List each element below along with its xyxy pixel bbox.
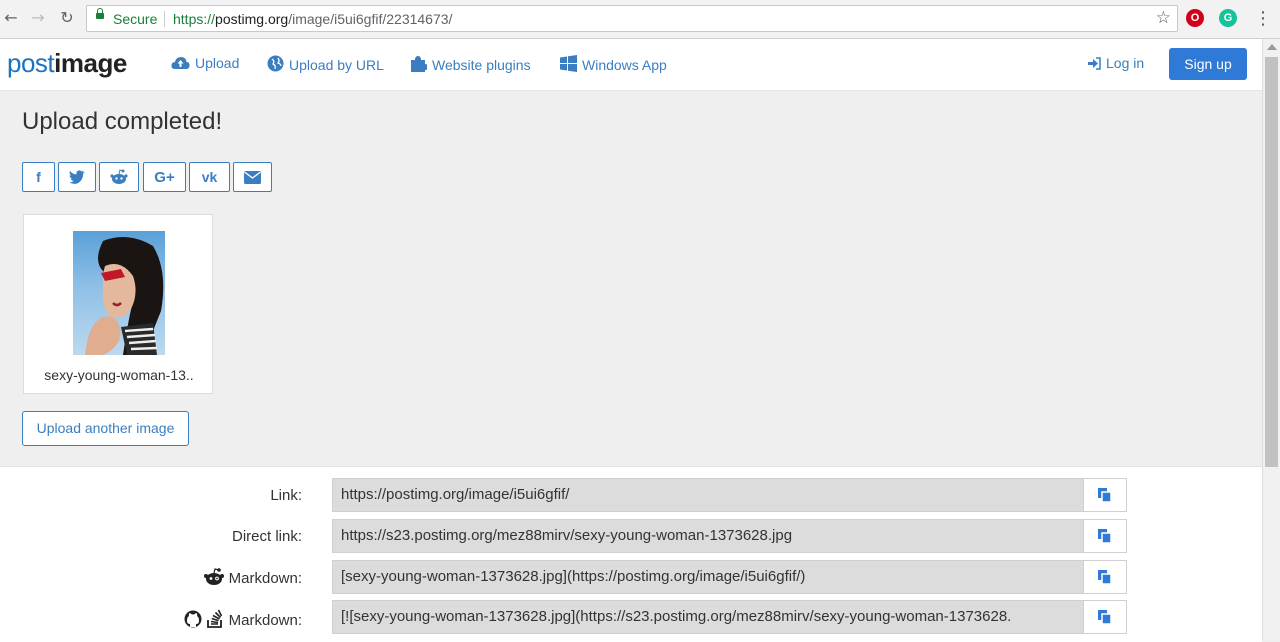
copy-icon	[1098, 610, 1112, 625]
url-scheme: https://	[173, 11, 216, 27]
nav-upload-label: Upload	[195, 55, 240, 71]
share-google-plus-button[interactable]: G+	[143, 162, 186, 192]
nav-upload-by-url-label: Upload by URL	[289, 57, 384, 73]
back-icon[interactable]: ←	[1, 8, 21, 28]
logo-part-2: image	[54, 48, 127, 78]
nav-website-plugins-label: Website plugins	[432, 57, 531, 73]
grammarly-extension-icon[interactable]: G	[1219, 9, 1237, 27]
reddit-icon	[110, 169, 128, 185]
lock-icon	[96, 8, 104, 19]
nav-upload-by-url[interactable]: Upload by URL	[267, 55, 384, 75]
copy-icon	[1098, 529, 1112, 544]
github-markdown-label: Markdown:	[184, 608, 302, 629]
twitter-icon	[69, 169, 85, 185]
direct-link-field[interactable]: https://s23.postimg.org/mez88mirv/sexy-y…	[332, 519, 1084, 553]
github-icon	[184, 610, 202, 629]
uploaded-image-card[interactable]: sexy-young-woman-13..	[23, 214, 213, 394]
scrollbar-thumb[interactable]	[1265, 57, 1278, 467]
signup-button[interactable]: Sign up	[1169, 48, 1247, 80]
nav-windows-app-label: Windows App	[582, 57, 667, 73]
bookmark-star-icon[interactable]: ☆	[1156, 8, 1171, 28]
uploaded-image-thumbnail[interactable]	[73, 231, 165, 355]
browser-menu-icon[interactable]: ⋮	[1254, 8, 1272, 29]
copy-direct-link-button[interactable]	[1083, 519, 1127, 553]
copy-github-markdown-button[interactable]	[1083, 600, 1127, 634]
share-twitter-button[interactable]	[58, 162, 96, 192]
postimage-logo[interactable]: postimage	[7, 48, 127, 79]
page-title: Upload completed!	[22, 108, 223, 135]
login-link[interactable]: Log in	[1088, 55, 1144, 73]
secure-label: Secure	[113, 11, 158, 27]
opera-extension-icon[interactable]: O	[1186, 9, 1204, 27]
site-header: postimage Upload Upload by URL Website p…	[0, 39, 1262, 91]
facebook-icon: f	[36, 169, 41, 185]
stackoverflow-icon	[206, 609, 224, 629]
cloud-upload-icon	[171, 56, 190, 73]
reddit-markdown-label: Markdown:	[204, 568, 302, 587]
copy-reddit-markdown-button[interactable]	[1083, 560, 1127, 594]
vk-icon: vk	[201, 169, 218, 185]
github-markdown-text: Markdown:	[228, 612, 302, 629]
nav-windows-app[interactable]: Windows App	[560, 55, 667, 75]
puzzle-icon	[410, 55, 428, 75]
share-vk-button[interactable]: vk	[189, 162, 230, 192]
copy-icon	[1098, 570, 1112, 585]
email-icon	[244, 169, 261, 185]
direct-link-label: Direct link:	[231, 528, 302, 545]
share-links-panel: Link: https://postimg.org/image/i5ui6gfi…	[0, 466, 1262, 642]
logo-part-1: post	[7, 48, 55, 78]
url-path: /image/i5ui6gfif/22314673/	[288, 11, 453, 27]
share-email-button[interactable]	[233, 162, 272, 192]
globe-icon	[267, 55, 284, 75]
page-scrollbar[interactable]	[1262, 39, 1280, 641]
github-markdown-field[interactable]: [![sexy-young-woman-1373628.jpg](https:/…	[332, 600, 1084, 634]
reload-icon[interactable]: ↻	[57, 8, 77, 28]
share-reddit-button[interactable]	[99, 162, 139, 192]
address-bar[interactable]: Secure https://postimg.org/image/i5ui6gf…	[86, 5, 1178, 32]
upload-another-button[interactable]: Upload another image	[22, 411, 189, 446]
copy-icon	[1098, 488, 1112, 503]
login-label: Log in	[1106, 55, 1145, 71]
forward-icon[interactable]: →	[28, 8, 48, 28]
copy-link-button[interactable]	[1083, 478, 1127, 512]
reddit-markdown-field[interactable]: [sexy-young-woman-1373628.jpg](https://p…	[332, 560, 1084, 594]
link-field[interactable]: https://postimg.org/image/i5ui6gfif/	[332, 478, 1084, 512]
browser-toolbar: ← → ↻ Secure https://postimg.org/image/i…	[0, 0, 1280, 39]
reddit-markdown-text: Markdown:	[228, 570, 302, 587]
reddit-alien-icon	[204, 568, 225, 587]
scroll-up-icon[interactable]	[1267, 44, 1277, 50]
uploaded-image-filename: sexy-young-woman-13..	[44, 367, 194, 383]
share-facebook-button[interactable]: f	[22, 162, 55, 192]
url-host: postimg.org	[215, 11, 289, 27]
url-text[interactable]: https://postimg.org/image/i5ui6gfif/2231…	[173, 11, 452, 27]
nav-upload[interactable]: Upload	[171, 55, 239, 73]
omnibox-divider	[164, 11, 165, 27]
sign-in-icon	[1088, 57, 1101, 73]
link-label: Link:	[270, 487, 302, 504]
windows-icon	[560, 55, 577, 75]
nav-website-plugins[interactable]: Website plugins	[410, 55, 531, 75]
google-plus-icon: G+	[154, 169, 175, 186]
